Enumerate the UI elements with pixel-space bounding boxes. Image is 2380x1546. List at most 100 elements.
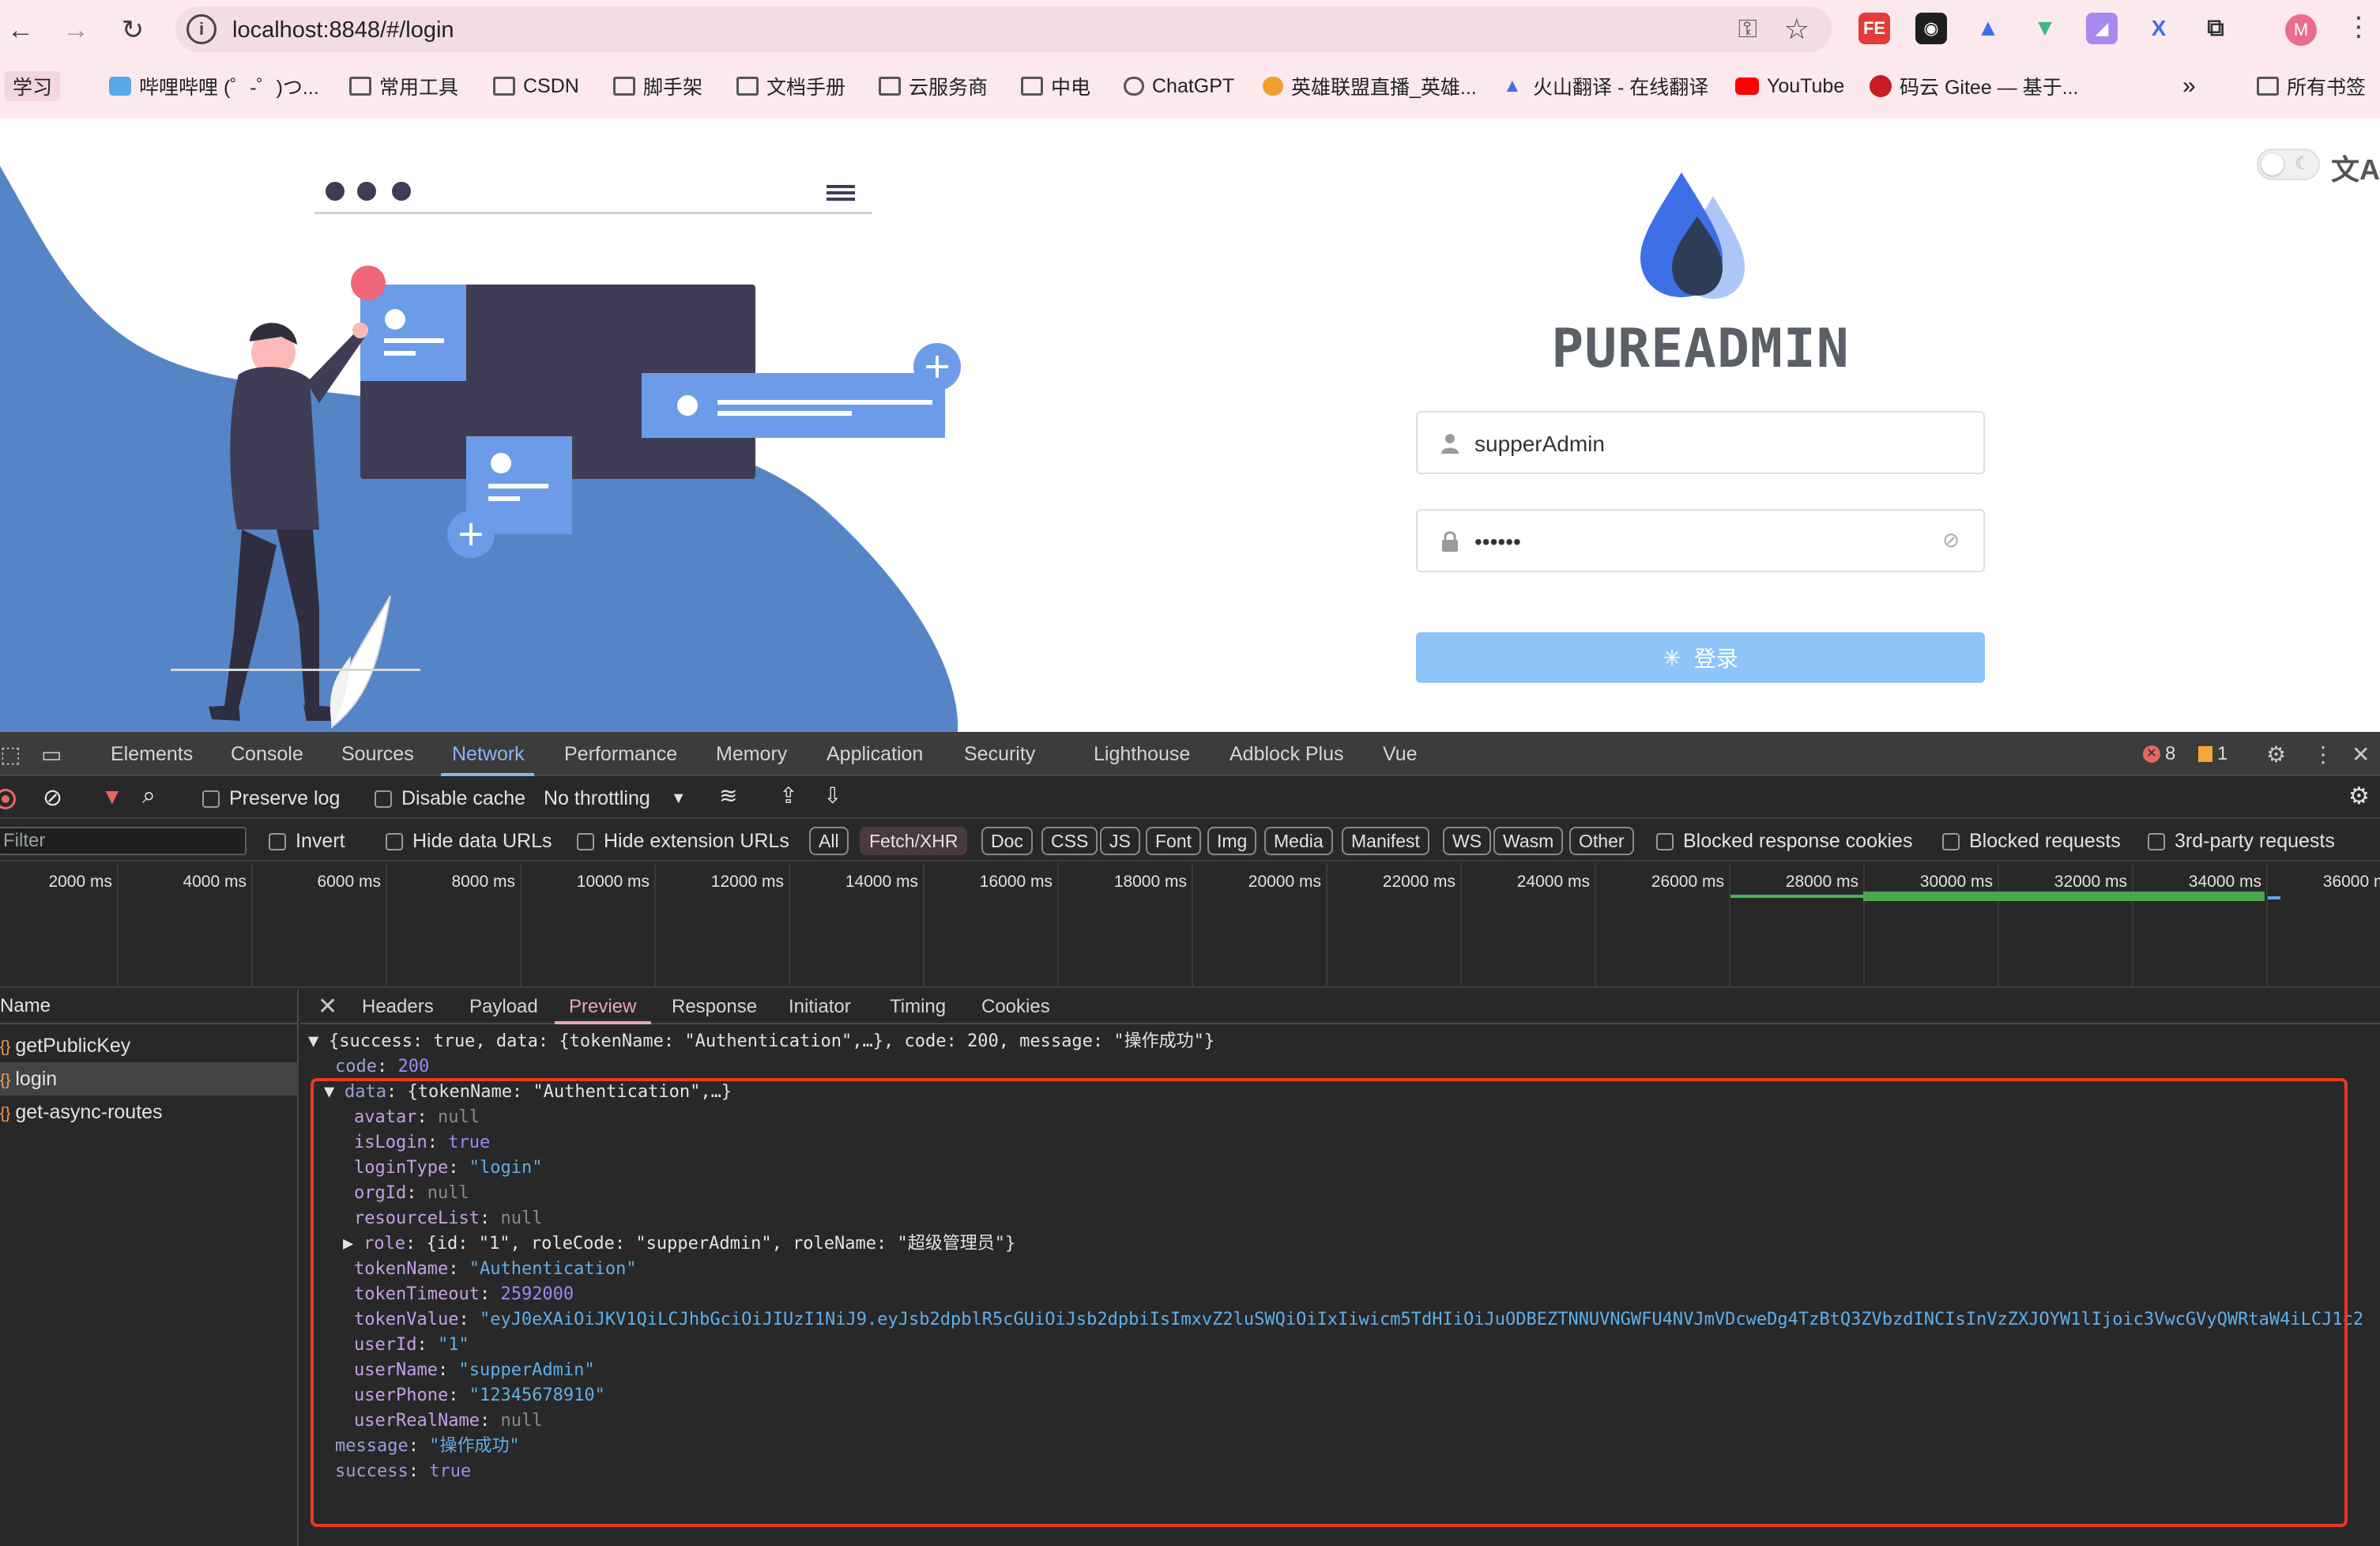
detail-tab-response[interactable]: Response (672, 996, 757, 1018)
name-column-header[interactable]: Name (0, 990, 299, 1024)
request-row-login[interactable]: {} login (0, 1062, 299, 1095)
bookmark-folder-csdn[interactable]: CSDN (493, 71, 579, 101)
forward-arrow-icon[interactable]: → (57, 11, 95, 49)
chip-wasm[interactable]: Wasm (1493, 827, 1564, 855)
username-value[interactable]: supperAdmin (1474, 432, 1605, 457)
blocked-requests-checkbox[interactable]: Blocked requests (1942, 830, 2121, 853)
tab-application[interactable]: Application (827, 743, 923, 766)
inspect-element-icon[interactable]: ⬚ (0, 741, 21, 767)
network-settings-gear-icon[interactable]: ⚙ (2348, 782, 2370, 810)
tab-sources[interactable]: Sources (341, 743, 414, 766)
extensions-puzzle-icon[interactable]: ⧉ (2200, 13, 2231, 44)
tab-vue[interactable]: Vue (1383, 743, 1418, 766)
bookmark-star-icon[interactable]: ☆ (1784, 13, 1809, 46)
site-info-icon[interactable]: i (186, 14, 217, 44)
bookmark-folder-cloud[interactable]: 云服务商 (879, 71, 988, 101)
request-row-getpublickey[interactable]: {} getPublicKey (0, 1029, 299, 1062)
bookmark-gitee[interactable]: 码云 Gitee — 基于... (1870, 71, 2078, 101)
chip-media[interactable]: Media (1264, 827, 1333, 855)
devtools-close-icon[interactable]: ✕ (2352, 741, 2370, 767)
json-role-line[interactable]: ▶ role: {id: "1", roleCode: "supperAdmin"… (343, 1231, 1015, 1257)
tab-performance[interactable]: Performance (564, 743, 677, 766)
bookmark-folder-scaffold[interactable]: 脚手架 (613, 71, 702, 101)
chip-all[interactable]: All (809, 827, 849, 855)
profile-avatar[interactable]: M (2285, 14, 2317, 46)
extension-fe-icon[interactable]: FE (1858, 13, 1890, 44)
chip-doc[interactable]: Doc (981, 827, 1033, 855)
extension-x-icon[interactable]: X (2143, 13, 2175, 44)
browser-menu-icon[interactable]: ⋮ (2345, 11, 2372, 43)
bookmark-youtube[interactable]: YouTube (1735, 71, 1844, 101)
extension-vue-icon[interactable]: ▼ (2029, 13, 2061, 44)
chip-ws[interactable]: WS (1443, 827, 1492, 855)
clear-icon[interactable]: ⊘ (43, 784, 62, 812)
search-icon[interactable]: ⌕ (142, 782, 156, 809)
chip-css[interactable]: CSS (1041, 827, 1098, 855)
request-row-get-async-routes[interactable]: {} get-async-routes (0, 1095, 299, 1129)
filter-input[interactable]: Filter (0, 827, 247, 855)
bookmark-study[interactable]: 学习 (5, 71, 61, 101)
detail-tab-preview[interactable]: Preview (569, 996, 636, 1018)
chip-other[interactable]: Other (1569, 827, 1634, 855)
detail-tab-payload[interactable]: Payload (469, 996, 538, 1018)
filter-funnel-icon[interactable]: ▼ (101, 784, 123, 809)
tab-memory[interactable]: Memory (716, 743, 787, 766)
back-arrow-icon[interactable]: ← (2, 11, 40, 49)
bookmark-volcano-translate[interactable]: ▲ 火山翻译 - 在线翻译 (1503, 71, 1708, 101)
hide-data-urls-checkbox[interactable]: Hide data URLs (386, 830, 552, 853)
password-key-icon[interactable]: ⚿ (1738, 14, 1757, 44)
warning-count-badge[interactable]: 1 (2198, 743, 2227, 765)
login-button[interactable]: ✳ 登录 (1416, 632, 1985, 683)
dark-mode-toggle[interactable]: ☾ (2257, 149, 2320, 180)
chip-font[interactable]: Font (1146, 827, 1202, 855)
bookmark-all[interactable]: 所有书签 (2257, 71, 2366, 101)
error-count-badge[interactable]: ✕ 8 (2143, 743, 2175, 765)
third-party-requests-checkbox[interactable]: 3rd-party requests (2148, 830, 2335, 853)
bookmark-bilibili[interactable]: 哔哩哔哩 (゜-゜)つ... (109, 71, 319, 101)
close-detail-icon[interactable]: ✕ (318, 993, 337, 1020)
password-value[interactable]: •••••• (1474, 530, 1521, 555)
chip-fetch-xhr[interactable]: Fetch/XHR (860, 827, 968, 855)
reload-icon[interactable]: ↻ (114, 11, 152, 49)
devtools-menu-icon[interactable]: ⋮ (2312, 741, 2334, 767)
expand-triangle-icon[interactable]: ▼ (308, 1029, 329, 1054)
tab-elements[interactable]: Elements (111, 743, 193, 766)
bookmark-folder-zhongdian[interactable]: 中电 (1021, 71, 1090, 101)
chip-img[interactable]: Img (1207, 827, 1257, 855)
download-har-icon[interactable]: ⇩ (823, 782, 842, 809)
network-conditions-icon[interactable]: ≋ (719, 782, 737, 809)
hide-password-icon[interactable]: ⊘ (1942, 528, 1960, 552)
chip-js[interactable]: JS (1100, 827, 1140, 855)
json-root-line[interactable]: ▼ {success: true, data: {tokenName: "Auth… (308, 1029, 1214, 1054)
extension-gradient-icon[interactable]: ◢ (2086, 13, 2118, 44)
expand-triangle-icon[interactable]: ▶ (343, 1231, 363, 1257)
network-timeline[interactable]: 2000 ms 4000 ms 6000 ms 8000 ms 10000 ms 1200… (0, 863, 2380, 988)
expand-triangle-icon[interactable]: ▼ (324, 1080, 345, 1105)
disable-cache-checkbox[interactable]: Disable cache (375, 787, 525, 810)
hide-extension-urls-checkbox[interactable]: Hide extension URLs (577, 830, 789, 853)
detail-tab-timing[interactable]: Timing (890, 996, 946, 1018)
bookmarks-overflow-icon[interactable]: » (2182, 71, 2196, 101)
device-toolbar-icon[interactable]: ▭ (41, 741, 62, 767)
tab-adblock-plus[interactable]: Adblock Plus (1230, 743, 1344, 766)
username-field[interactable]: supperAdmin (1416, 411, 1985, 474)
detail-tab-initiator[interactable]: Initiator (789, 996, 851, 1018)
throttling-select[interactable]: No throttling ▼ (544, 787, 687, 810)
tab-lighthouse[interactable]: Lighthouse (1094, 743, 1190, 766)
bookmark-lol-live[interactable]: 英雄联盟直播_英雄... (1263, 71, 1477, 101)
extension-volcano-icon[interactable]: ▲ (1972, 13, 2004, 44)
json-data-line[interactable]: ▼ data: {tokenName: "Authentication",…} (324, 1080, 732, 1105)
detail-tab-headers[interactable]: Headers (362, 996, 434, 1018)
invert-checkbox[interactable]: Invert (269, 830, 345, 853)
bookmark-chatgpt[interactable]: ChatGPT (1124, 71, 1234, 101)
tab-console[interactable]: Console (231, 743, 303, 766)
preserve-log-checkbox[interactable]: Preserve log (202, 787, 340, 810)
tab-security[interactable]: Security (964, 743, 1035, 766)
blocked-response-cookies-checkbox[interactable]: Blocked response cookies (1656, 830, 1912, 853)
devtools-settings-gear-icon[interactable]: ⚙ (2266, 741, 2286, 767)
chip-manifest[interactable]: Manifest (1342, 827, 1429, 855)
tab-network[interactable]: Network (452, 743, 525, 766)
password-field[interactable]: •••••• ⊘ (1416, 509, 1985, 572)
bookmark-folder-tools[interactable]: 常用工具 (349, 71, 458, 101)
address-bar[interactable]: i localhost:8848/#/login ⚿ ☆ (175, 6, 1832, 52)
